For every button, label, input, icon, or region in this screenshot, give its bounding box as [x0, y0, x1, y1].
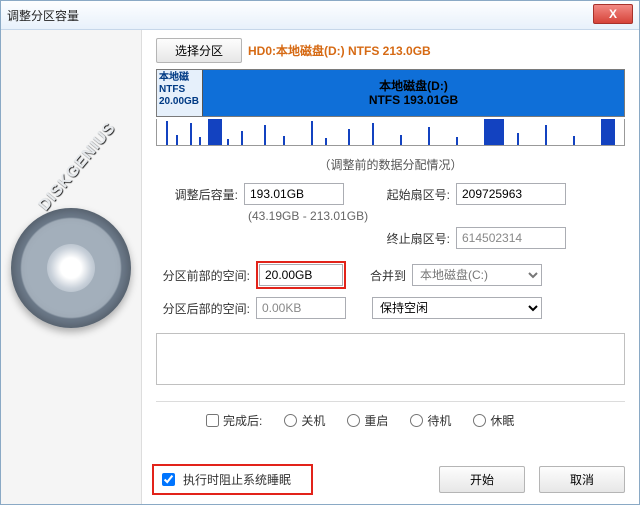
radio-hibernate[interactable]	[473, 414, 486, 427]
partition-bar[interactable]: 本地磁 NTFS 20.00GB 本地磁盘(D:) NTFS 193.01GB	[156, 69, 625, 117]
log-output	[156, 333, 625, 385]
cancel-button[interactable]: 取消	[539, 466, 625, 493]
radio-standby-label: 待机	[427, 412, 451, 429]
radio-reboot-label: 重启	[364, 412, 388, 429]
size-range-hint: (43.19GB - 213.01GB)	[248, 209, 625, 223]
close-button[interactable]: X	[593, 4, 633, 24]
prevent-sleep-checkbox[interactable]	[162, 473, 175, 486]
seg-before-size: 20.00GB	[159, 96, 200, 108]
brand-text: DISKGENIUS	[36, 119, 120, 215]
after-complete-checkbox[interactable]	[206, 414, 219, 427]
prevent-sleep-highlight: 执行时阻止系统睡眠	[152, 464, 313, 495]
disk-icon	[11, 208, 131, 328]
start-sector-input[interactable]	[456, 183, 566, 205]
radio-standby[interactable]	[410, 414, 423, 427]
space-before-highlight	[256, 261, 346, 289]
space-before-label: 分区前部的空间:	[156, 267, 250, 284]
resize-partition-dialog: 调整分区容量 X DISKGENIUS 选择分区 HD0:本地磁盘(D:) NT…	[0, 0, 640, 505]
after-complete-row: 完成后: 关机 重启 待机 休眠	[206, 412, 625, 429]
radio-shutdown-label: 关机	[301, 412, 325, 429]
titlebar: 调整分区容量 X	[1, 1, 639, 30]
prevent-sleep-label: 执行时阻止系统睡眠	[183, 471, 291, 488]
size-after-input[interactable]	[244, 183, 344, 205]
space-before-input[interactable]	[259, 264, 343, 286]
merge-to-label: 合并到	[370, 267, 406, 284]
seg-before-fs: NTFS	[159, 84, 200, 96]
space-after-input[interactable]	[256, 297, 346, 319]
after-complete-label: 完成后:	[223, 412, 262, 429]
space-after-label: 分区后部的空间:	[156, 300, 250, 317]
caption-before-adjust: （调整前的数据分配情况）	[156, 156, 625, 173]
seg-before-name: 本地磁	[159, 72, 200, 84]
radio-hibernate-label: 休眠	[490, 412, 514, 429]
usage-strip	[156, 119, 625, 146]
partition-segment-main[interactable]: 本地磁盘(D:) NTFS 193.01GB	[203, 70, 624, 116]
partition-segment-before[interactable]: 本地磁 NTFS 20.00GB	[157, 70, 203, 116]
footer: 执行时阻止系统睡眠 开始 取消	[142, 456, 639, 505]
start-sector-label: 起始扇区号:	[382, 186, 450, 203]
seg-main-fs-size: NTFS 193.01GB	[369, 93, 458, 107]
seg-main-name: 本地磁盘(D:)	[379, 79, 448, 93]
keep-free-select[interactable]: 保持空闲	[372, 297, 542, 319]
radio-reboot[interactable]	[347, 414, 360, 427]
end-sector-input[interactable]	[456, 227, 566, 249]
merge-to-select[interactable]: 本地磁盘(C:)	[412, 264, 542, 286]
hd0-label: HD0:本地磁盘(D:) NTFS 213.0GB	[248, 42, 431, 59]
select-partition-button[interactable]: 选择分区	[156, 38, 242, 63]
radio-shutdown[interactable]	[284, 414, 297, 427]
main-panel: 选择分区 HD0:本地磁盘(D:) NTFS 213.0GB 本地磁 NTFS …	[142, 30, 639, 505]
start-button[interactable]: 开始	[439, 466, 525, 493]
end-sector-label: 终止扇区号:	[382, 230, 450, 247]
window-title: 调整分区容量	[7, 7, 79, 24]
sidebar-illustration: DISKGENIUS	[1, 30, 142, 505]
size-after-label: 调整后容量:	[156, 186, 238, 203]
close-icon: X	[609, 7, 617, 21]
